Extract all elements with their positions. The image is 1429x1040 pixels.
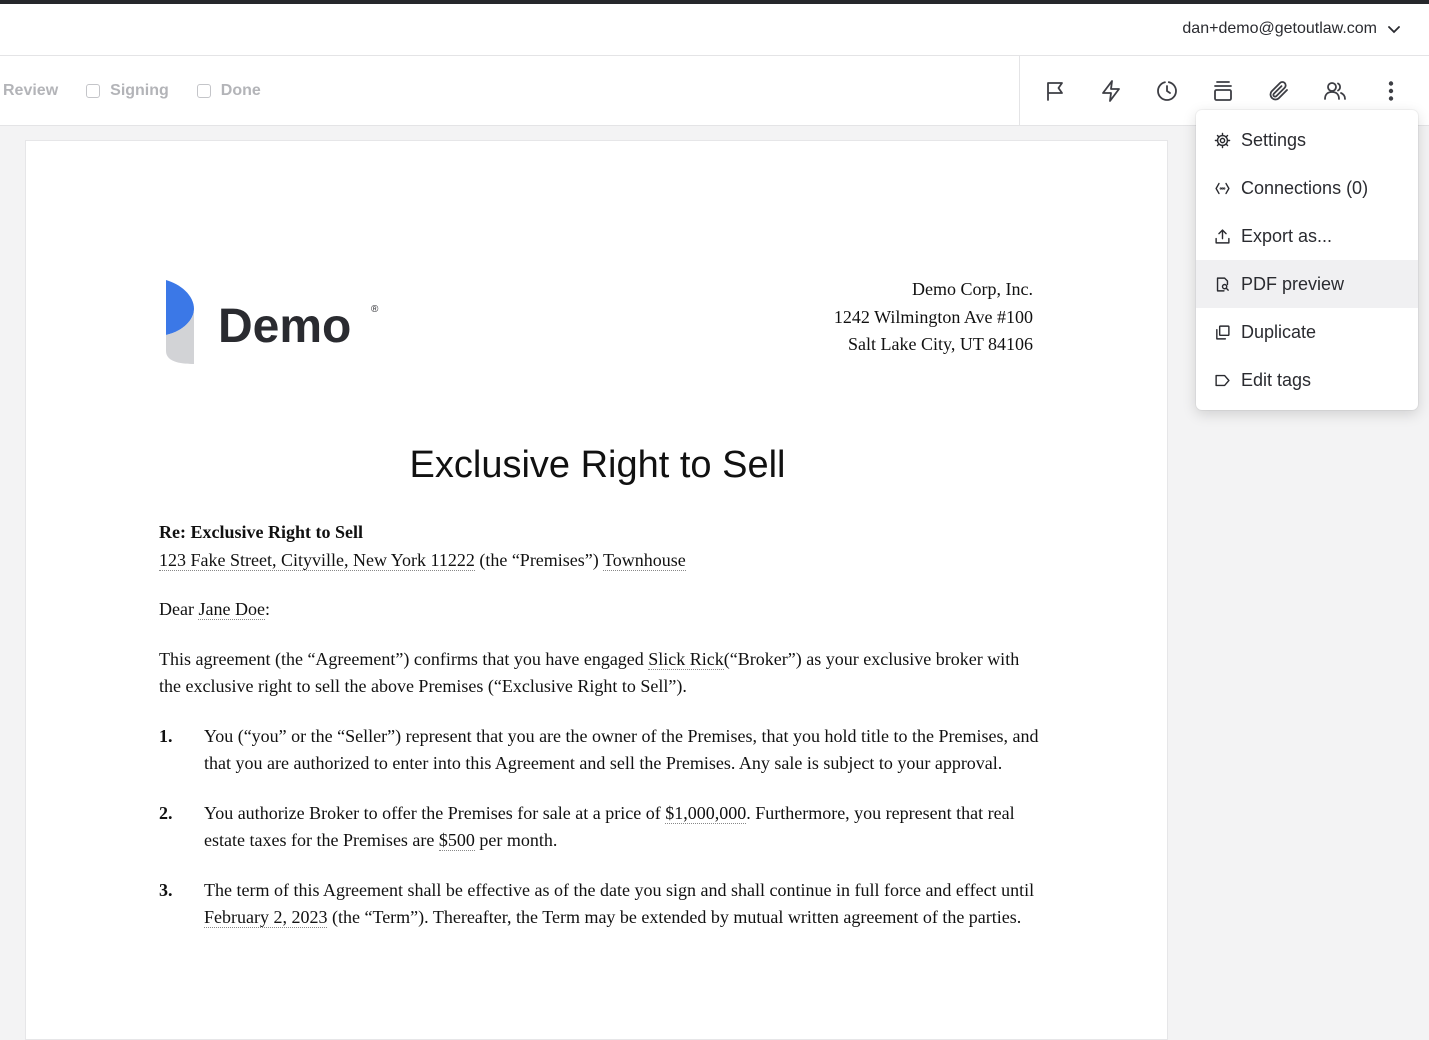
company-address: Demo Corp, Inc. 1242 Wilmington Ave #100…	[834, 276, 1033, 359]
tag-icon	[1215, 374, 1230, 386]
document-title: Exclusive Right to Sell	[409, 444, 786, 486]
menu-item-connections[interactable]: Connections (0)	[1196, 164, 1418, 212]
upload-icon	[1215, 228, 1230, 244]
link-icon	[1215, 182, 1230, 194]
price-field[interactable]: $1,000,000	[665, 802, 747, 824]
document-page: Demo ® Demo Corp, Inc. 1242 Wilmington A…	[25, 140, 1168, 1040]
step-signing[interactable]: Signing	[86, 82, 169, 100]
top-bar: dan+demo@getoutlaw.com	[0, 0, 1429, 56]
salutation: Dear Jane Doe:	[159, 599, 270, 620]
attachments-button[interactable]	[1264, 76, 1294, 106]
account-email: dan+demo@getoutlaw.com	[1182, 20, 1377, 37]
clause-1: 1. You (“you” or the “Seller”) represent …	[159, 725, 1039, 774]
intro-paragraph: This agreement (the “Agreement”) confirm…	[159, 648, 1020, 696]
taxes-field[interactable]: $500	[438, 830, 475, 851]
checkbox-icon	[196, 84, 211, 98]
menu-item-settings[interactable]: Settings	[1196, 116, 1418, 164]
more-options-button[interactable]	[1376, 76, 1406, 106]
more-options-menu: Settings Connections (0) Export as... PD…	[1196, 110, 1418, 410]
re-line: Re: Exclusive Right to Sell	[159, 522, 363, 542]
company-street: 1242 Wilmington Ave #100	[833, 306, 1033, 327]
broker-name-field[interactable]: Slick Rick	[648, 648, 724, 670]
step-done[interactable]: Done	[196, 82, 261, 100]
logo-registered-mark: ®	[371, 304, 379, 315]
flag-button[interactable]	[1040, 76, 1070, 106]
pdf-preview-icon	[1216, 276, 1229, 292]
automation-button[interactable]	[1096, 76, 1126, 106]
checkbox-icon	[86, 84, 101, 98]
menu-item-edit-tags[interactable]: Edit tags	[1196, 356, 1418, 404]
clause-2: 2. You authorize Broker to offer the Prem…	[159, 802, 1015, 851]
menu-item-pdf-preview[interactable]: PDF preview	[1196, 260, 1418, 308]
paperclip-icon	[1269, 81, 1288, 101]
chevron-down-icon	[1388, 26, 1400, 34]
more-vertical-icon	[1388, 81, 1394, 101]
client-name-field[interactable]: Jane Doe	[198, 599, 265, 620]
clause-3: 3. The term of this Agreement shall be ef…	[159, 879, 1035, 928]
versions-button[interactable]	[1208, 76, 1238, 106]
term-date-field[interactable]: February 2, 2023	[204, 907, 328, 928]
collaborators-button[interactable]	[1320, 76, 1350, 106]
document-body: Re: Exclusive Right to Sell 123 Fake Str…	[159, 519, 1039, 954]
workflow-steps: Review Signing Done	[0, 56, 261, 126]
stack-icon	[1214, 81, 1232, 101]
gear-icon	[1214, 132, 1231, 148]
step-review[interactable]: Review	[3, 82, 58, 100]
history-button[interactable]	[1152, 76, 1182, 106]
logo-wordmark: Demo	[218, 300, 351, 353]
company-logo: Demo ®	[164, 279, 394, 369]
premises-line: 123 Fake Street, Cityville, New York 112…	[159, 549, 686, 571]
company-name: Demo Corp, Inc.	[912, 279, 1033, 299]
menu-item-duplicate[interactable]: Duplicate	[1196, 308, 1418, 356]
flag-icon	[1047, 82, 1063, 101]
menu-item-export[interactable]: Export as...	[1196, 212, 1418, 260]
lightning-icon	[1102, 80, 1120, 102]
users-icon	[1324, 82, 1346, 100]
premises-type-field[interactable]: Townhouse	[602, 549, 686, 571]
company-city: Salt Lake City, UT 84106	[848, 334, 1033, 354]
duplicate-icon	[1216, 324, 1230, 340]
history-icon	[1157, 81, 1177, 101]
premises-address-field[interactable]: 123 Fake Street, Cityville, New York 112…	[159, 549, 475, 571]
account-menu[interactable]: dan+demo@getoutlaw.com	[1182, 20, 1401, 38]
